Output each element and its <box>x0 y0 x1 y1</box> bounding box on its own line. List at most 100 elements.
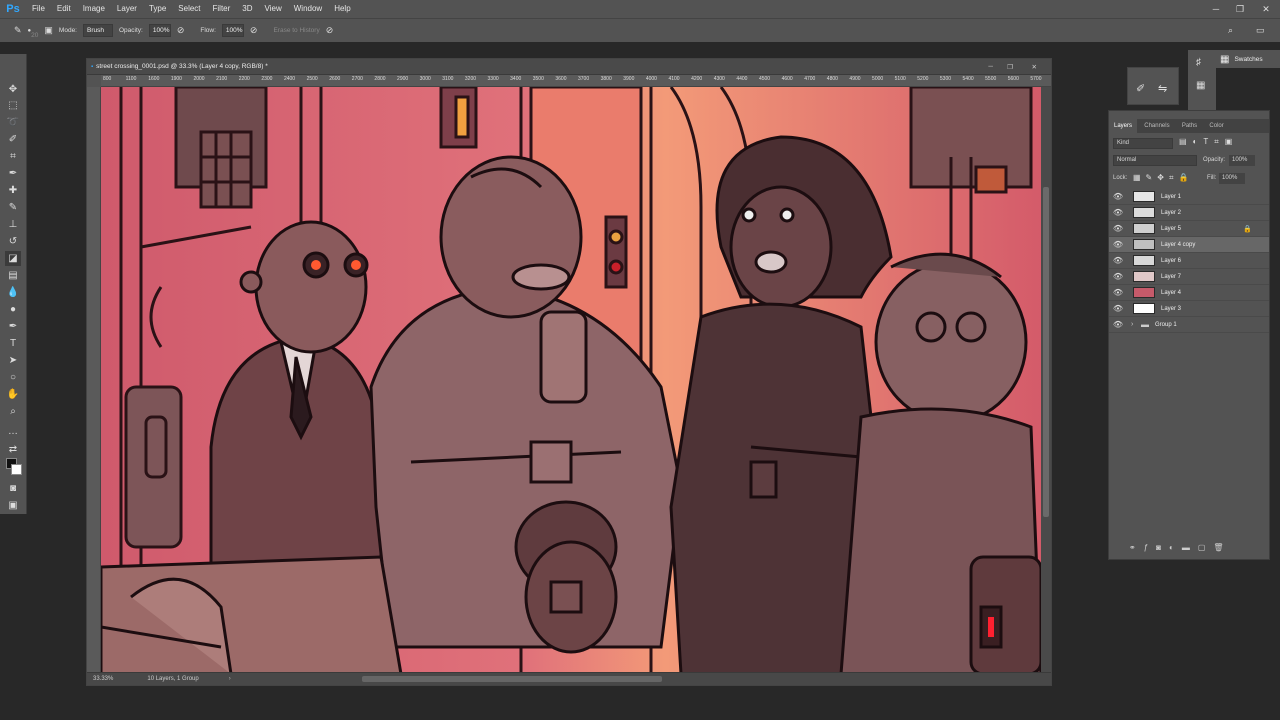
layer-row-layer-7[interactable]: 👁 Layer 7 <box>1109 269 1269 285</box>
menu-layer[interactable]: Layer <box>111 0 143 18</box>
menu-image[interactable]: Image <box>77 0 111 18</box>
vertical-scroll-thumb[interactable] <box>1043 187 1049 517</box>
artwork-canvas[interactable] <box>101 87 1041 674</box>
opacity-field[interactable]: 100% <box>148 24 171 37</box>
type-tool-icon[interactable]: T <box>5 336 21 351</box>
menu-help[interactable]: Help <box>328 0 356 18</box>
layer-row-layer-6[interactable]: 👁 Layer 6 <box>1109 253 1269 269</box>
visibility-eye-icon[interactable]: 👁 <box>1109 288 1127 297</box>
menu-view[interactable]: View <box>259 0 288 18</box>
tab-color[interactable]: Color <box>1204 119 1228 133</box>
pressure-opacity-icon[interactable]: ⊘ <box>177 25 185 36</box>
filter-kind-select[interactable]: Kind <box>1113 138 1173 149</box>
erase-to-history-checkbox[interactable]: Erase to History <box>273 27 319 34</box>
swap-colors-icon[interactable]: ⇄ <box>5 442 21 457</box>
healing-brush-icon[interactable]: ✚ <box>5 183 21 198</box>
brush-preset-panel-icon[interactable]: ✐ <box>1136 82 1145 95</box>
search-icon[interactable]: ⌕ <box>1228 25 1233 36</box>
blend-mode-select[interactable]: Normal <box>1113 155 1197 166</box>
new-group-icon[interactable]: ▬ <box>1182 543 1198 552</box>
layer-row-layer-5[interactable]: 👁 Layer 5 🔒 <box>1109 221 1269 237</box>
path-select-icon[interactable]: ➤ <box>5 353 21 368</box>
brush-panel-icon[interactable]: ▣ <box>44 25 53 36</box>
layer-row-group-1[interactable]: 👁 › ▬ Group 1 <box>1109 317 1269 333</box>
blur-tool-icon[interactable]: 💧 <box>5 285 21 300</box>
tab-paths[interactable]: Paths <box>1177 119 1202 133</box>
brush-tool-icon[interactable]: ✎ <box>5 200 21 215</box>
visibility-eye-icon[interactable]: 👁 <box>1109 192 1127 201</box>
quick-mask-icon[interactable]: ◙ <box>5 481 21 496</box>
marquee-tool-icon[interactable]: ⬚ <box>5 98 21 113</box>
delete-layer-icon[interactable]: 🗑 <box>1213 543 1231 552</box>
clone-stamp-icon[interactable]: ⊥ <box>5 217 21 232</box>
menu-type[interactable]: Type <box>143 0 172 18</box>
add-mask-icon[interactable]: ◙ <box>1156 543 1169 552</box>
move-tool-icon[interactable]: ✥ <box>5 82 21 97</box>
visibility-eye-icon[interactable]: 👁 <box>1109 240 1127 249</box>
document-tab[interactable]: ▪ street crossing_0001.psd @ 33.3% (Laye… <box>87 59 1051 75</box>
crop-tool-icon[interactable]: ⌗ <box>5 149 21 164</box>
menu-3d[interactable]: 3D <box>236 0 258 18</box>
layer-row-layer-1[interactable]: 👁 Layer 1 <box>1109 189 1269 205</box>
layer-row-layer-4[interactable]: 👁 Layer 4 <box>1109 285 1269 301</box>
flow-field[interactable]: 100% <box>221 24 244 37</box>
vertical-scrollbar[interactable] <box>1041 87 1051 674</box>
history-brush-icon[interactable]: ↺ <box>5 234 21 249</box>
expand-arrow-icon[interactable]: › <box>1131 321 1141 328</box>
visibility-eye-icon[interactable]: 👁 <box>1109 224 1127 233</box>
screen-mode-icon[interactable]: ▣ <box>5 498 21 513</box>
menu-select[interactable]: Select <box>172 0 206 18</box>
fx-icon[interactable]: ƒ <box>1144 543 1156 552</box>
menu-edit[interactable]: Edit <box>51 0 77 18</box>
tab-channels[interactable]: Channels <box>1139 119 1174 133</box>
doc-restore-icon[interactable]: ❐ <box>1007 63 1013 71</box>
menu-window[interactable]: Window <box>288 0 328 18</box>
adjustment-icon[interactable]: ◐ <box>1169 543 1182 552</box>
close-icon[interactable]: ✕ <box>1254 0 1278 18</box>
menu-file[interactable]: File <box>26 0 51 18</box>
doc-close-icon[interactable]: ✕ <box>1032 63 1037 71</box>
layer-row-layer-3[interactable]: 👁 Layer 3 <box>1109 301 1269 317</box>
zoom-level[interactable]: 33.33% <box>93 676 113 682</box>
lock-icons[interactable]: ▦✎✥⌗🔒 <box>1133 173 1193 183</box>
menu-filter[interactable]: Filter <box>207 0 237 18</box>
minimize-icon[interactable]: ─ <box>1204 0 1228 18</box>
airbrush-icon[interactable]: ⊘ <box>250 25 258 36</box>
new-layer-icon[interactable]: ▢ <box>1198 543 1214 552</box>
status-menu-arrow-icon[interactable]: › <box>229 676 231 682</box>
layer-row-layer-4-copy[interactable]: 👁 Layer 4 copy <box>1109 237 1269 253</box>
filter-icons[interactable]: ▤◐T⌗▣ <box>1179 137 1238 147</box>
swatches-panel-tab[interactable]: ▦ Swatches <box>1216 50 1280 68</box>
properties-panel-icon[interactable]: ▦ <box>1196 80 1205 91</box>
hand-tool-icon[interactable]: ✋ <box>5 387 21 402</box>
eraser-tool-icon[interactable]: ◪ <box>5 251 21 266</box>
visibility-eye-icon[interactable]: 👁 <box>1109 272 1127 281</box>
visibility-eye-icon[interactable]: 👁 <box>1109 256 1127 265</box>
pen-tool-icon[interactable]: ✒ <box>5 319 21 334</box>
visibility-eye-icon[interactable]: 👁 <box>1109 208 1127 217</box>
maximize-icon[interactable]: ❐ <box>1228 0 1252 18</box>
mode-select[interactable]: Brush <box>83 24 113 37</box>
history-panel-icon[interactable]: ♯ <box>1196 57 1201 68</box>
gradient-tool-icon[interactable]: ▤ <box>5 268 21 283</box>
brush-settings-icon[interactable]: ⇋ <box>1158 82 1167 95</box>
pressure-size-icon[interactable]: ⊘ <box>326 25 334 36</box>
lasso-tool-icon[interactable]: ➰ <box>5 115 21 130</box>
link-layers-icon[interactable]: ⚭ <box>1129 543 1144 552</box>
workspace-icon[interactable]: ▭ <box>1256 25 1265 36</box>
doc-minimize-icon[interactable]: ─ <box>988 63 993 70</box>
shape-tool-icon[interactable]: ○ <box>5 370 21 385</box>
horizontal-scroll-thumb[interactable] <box>362 676 662 682</box>
visibility-eye-icon[interactable]: 👁 <box>1109 304 1127 313</box>
layer-row-layer-2[interactable]: 👁 Layer 2 <box>1109 205 1269 221</box>
visibility-eye-icon[interactable]: 👁 <box>1109 320 1127 329</box>
background-color-swatch[interactable] <box>11 464 22 475</box>
eraser-tool-icon[interactable]: ✎ <box>14 25 22 36</box>
dodge-tool-icon[interactable]: ● <box>5 302 21 317</box>
quick-select-icon[interactable]: ✐ <box>5 132 21 147</box>
zoom-tool-icon[interactable]: ⌕ <box>5 404 21 419</box>
opacity-field[interactable]: 100% <box>1229 155 1255 166</box>
eyedropper-icon[interactable]: ✒ <box>5 166 21 181</box>
more-tools-icon[interactable]: … <box>5 424 21 439</box>
tab-layers[interactable]: Layers <box>1109 119 1138 133</box>
